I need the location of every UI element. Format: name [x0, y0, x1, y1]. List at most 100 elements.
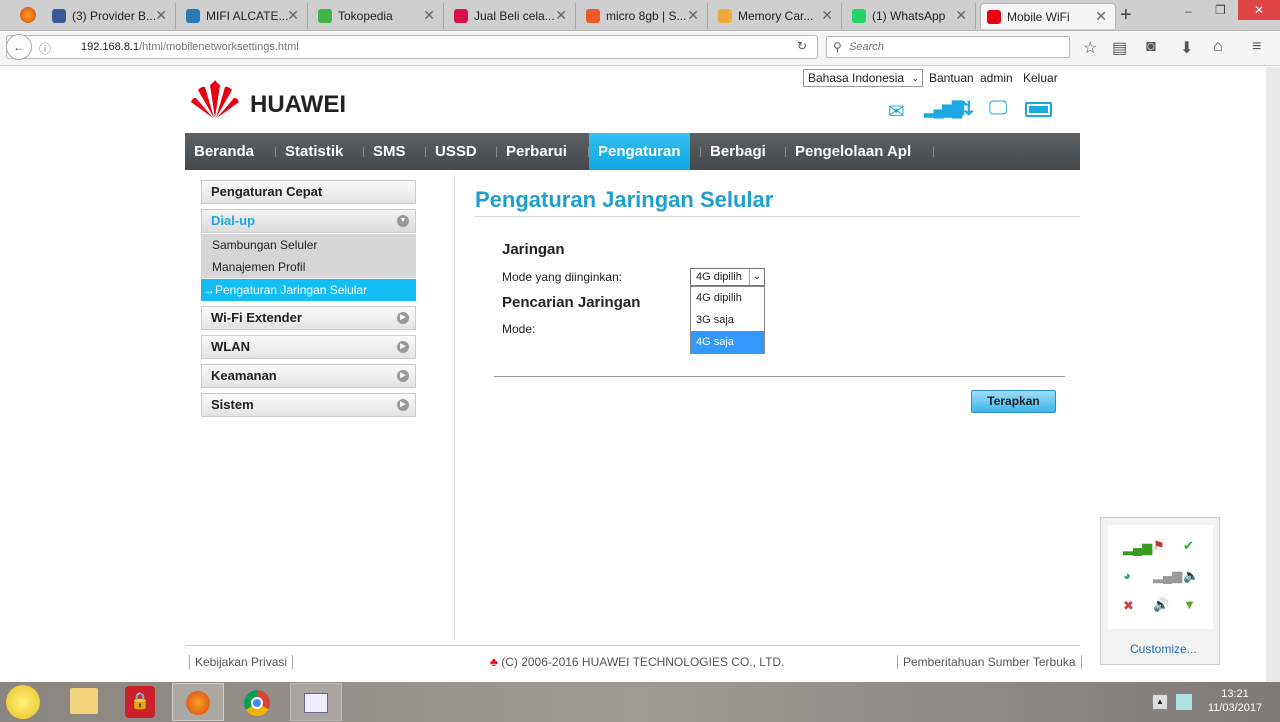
chevron-down-icon: ⌄	[749, 269, 764, 285]
dropdown-option[interactable]: 3G saja	[691, 309, 764, 331]
minimize-icon[interactable]: –	[1185, 4, 1192, 18]
signal-bars-icon[interactable]: ▂▄▆	[1153, 568, 1182, 584]
url-path: /html/mobilenetworksettings.html	[139, 41, 299, 53]
usb-check-icon[interactable]: ✔	[1183, 538, 1194, 554]
sidebar-item-label: Wi-Fi Extender	[211, 310, 302, 325]
nav-item[interactable]: USSD	[426, 133, 486, 170]
browser-tab[interactable]: Memory Car... ✕	[712, 3, 842, 29]
close-tab-icon[interactable]: ✕	[155, 7, 167, 24]
home-icon[interactable]: ⌂	[1213, 38, 1223, 56]
chevron-down-icon: ⌄	[911, 73, 919, 83]
close-tab-icon[interactable]: ✕	[955, 7, 967, 24]
close-tab-icon[interactable]: ✕	[423, 7, 435, 24]
network-mode-select[interactable]: 4G dipilih ⌄	[690, 268, 765, 286]
tab-favicon-icon	[852, 9, 866, 23]
reading-list-icon[interactable]: ▤	[1112, 38, 1127, 58]
window-taskbar-button[interactable]	[290, 683, 342, 721]
url-host: 192.168.8.1	[81, 41, 140, 53]
sidebar-item-dialup[interactable]: Dial-up ▼	[201, 209, 416, 233]
search-input[interactable]: ⚲ Search	[826, 36, 1070, 58]
bookmark-star-icon[interactable]: ☆	[1083, 38, 1097, 58]
chevron-right-icon: ▶	[397, 399, 409, 411]
tray-app-icon[interactable]	[1176, 694, 1192, 710]
nav-item[interactable]: Perbarui	[497, 133, 576, 170]
browser-tab[interactable]: MIFI ALCATE... ✕	[180, 3, 308, 29]
browser-tab[interactable]: micro 8gb | S... ✕	[580, 3, 708, 29]
browser-tab[interactable]: Jual Beli cela... ✕	[448, 3, 576, 29]
sidebar-item-quick-setup[interactable]: Pengaturan Cepat	[201, 180, 416, 204]
chrome-icon[interactable]	[244, 690, 270, 716]
open-source-link[interactable]: Pemberitahuan Sumber Terbuka	[897, 655, 1082, 669]
clock[interactable]: 13:21 11/03/2017	[1205, 687, 1265, 715]
close-tab-icon[interactable]: ✕	[1095, 8, 1107, 25]
firefox-taskbar-button[interactable]	[172, 683, 224, 721]
firefox-menu-icon[interactable]	[20, 7, 36, 23]
new-tab-icon[interactable]: +	[1120, 4, 1132, 27]
sidebar-item[interactable]: Wi-Fi Extender ▶	[201, 306, 416, 330]
search-icon: ⚲	[833, 40, 842, 54]
dropdown-option[interactable]: 4G saja	[691, 331, 764, 353]
network-signal-icon[interactable]: ▂▄▆	[1123, 540, 1152, 556]
customize-link[interactable]: Customize...	[1130, 642, 1197, 656]
nav-item[interactable]: Beranda	[185, 133, 263, 170]
clock-time: 13:21	[1221, 688, 1249, 700]
admin-link[interactable]: admin	[980, 71, 1013, 85]
sidebar-item-label: WLAN	[211, 339, 250, 354]
internet-download-icon[interactable]: ◕	[1123, 568, 1131, 583]
browser-tab[interactable]: (1) WhatsApp ✕	[846, 3, 976, 29]
nav-item[interactable]: Berbagi	[701, 133, 775, 170]
pocket-icon[interactable]: ◙	[1146, 38, 1156, 56]
nav-item[interactable]: Pengelolaan Apl	[786, 133, 920, 170]
help-link[interactable]: Bantuan	[929, 71, 974, 85]
nav-item[interactable]: Statistik	[276, 133, 352, 170]
file-explorer-icon[interactable]	[70, 688, 98, 714]
show-hidden-icons-button[interactable]: ▲	[1152, 694, 1168, 710]
app-tray-icon[interactable]: ✖	[1123, 598, 1134, 614]
speaker-icon[interactable]: 🔈	[1183, 568, 1199, 584]
nav-item[interactable]: SMS	[364, 133, 415, 170]
scrollbar[interactable]	[1266, 67, 1280, 682]
logout-link[interactable]: Keluar	[1023, 71, 1058, 85]
sidebar-item[interactable]: Keamanan ▶	[201, 364, 416, 388]
apply-button[interactable]: Terapkan	[971, 390, 1056, 413]
browser-tab[interactable]: Tokopedia ✕	[312, 3, 444, 29]
section-heading: Pencarian Jaringan	[502, 294, 641, 311]
browser-tab[interactable]: (3) Provider B... ✕	[46, 3, 176, 29]
footer-divider	[185, 645, 1080, 646]
lock-app-icon[interactable]: 🔒	[125, 686, 155, 718]
close-tab-icon[interactable]: ✕	[821, 7, 833, 24]
sidebar-item[interactable]: WLAN ▶	[201, 335, 416, 359]
url-bar[interactable]: ← ⓘ 192.168.8.1/html/mobilenetworksettin…	[6, 34, 818, 60]
sidebar-subitem[interactable]: →Pengaturan Jaringan Selular	[201, 279, 416, 301]
connected-device-icon[interactable]: 🖵	[989, 98, 1007, 120]
browser-tab[interactable]: Mobile WiFi ✕	[980, 3, 1116, 29]
menu-icon[interactable]: ≡	[1252, 38, 1261, 56]
network-error-icon[interactable]: ⚑	[1153, 538, 1165, 554]
close-tab-icon[interactable]: ✕	[287, 7, 299, 24]
tab-favicon-icon	[454, 9, 468, 23]
tab-favicon-icon	[186, 9, 200, 23]
info-icon[interactable]: ⓘ	[39, 40, 51, 57]
volume-icon[interactable]: 🔊	[1153, 597, 1169, 613]
language-value: Bahasa Indonesia	[808, 71, 905, 85]
dropdown-option[interactable]: 4G dipilih	[691, 287, 764, 309]
close-window-icon[interactable]: ✕	[1238, 0, 1280, 20]
tab-favicon-icon	[718, 9, 732, 23]
close-tab-icon[interactable]: ✕	[687, 7, 699, 24]
sidebar-item[interactable]: Sistem ▶	[201, 393, 416, 417]
sidebar-subitem[interactable]: Manajemen Profil	[201, 256, 416, 278]
download-icon[interactable]: ⬇	[1180, 38, 1193, 58]
start-button-icon[interactable]	[6, 685, 40, 719]
nav-item[interactable]: Pengaturan	[589, 133, 690, 170]
shield-icon[interactable]: ▼	[1183, 597, 1196, 612]
language-select[interactable]: Bahasa Indonesia ⌄	[803, 69, 923, 87]
mail-icon[interactable]: ✉	[888, 99, 905, 124]
reload-icon[interactable]: ↻	[797, 39, 807, 53]
chevron-right-icon: ▶	[397, 370, 409, 382]
restore-icon[interactable]: ❐	[1215, 3, 1226, 17]
sidebar-subitem[interactable]: Sambungan Seluler	[201, 234, 416, 256]
privacy-link[interactable]: Kebijakan Privasi	[189, 655, 294, 669]
back-icon[interactable]: ←	[6, 34, 32, 60]
close-tab-icon[interactable]: ✕	[555, 7, 567, 24]
sidebar-item-label: Keamanan	[211, 368, 277, 383]
